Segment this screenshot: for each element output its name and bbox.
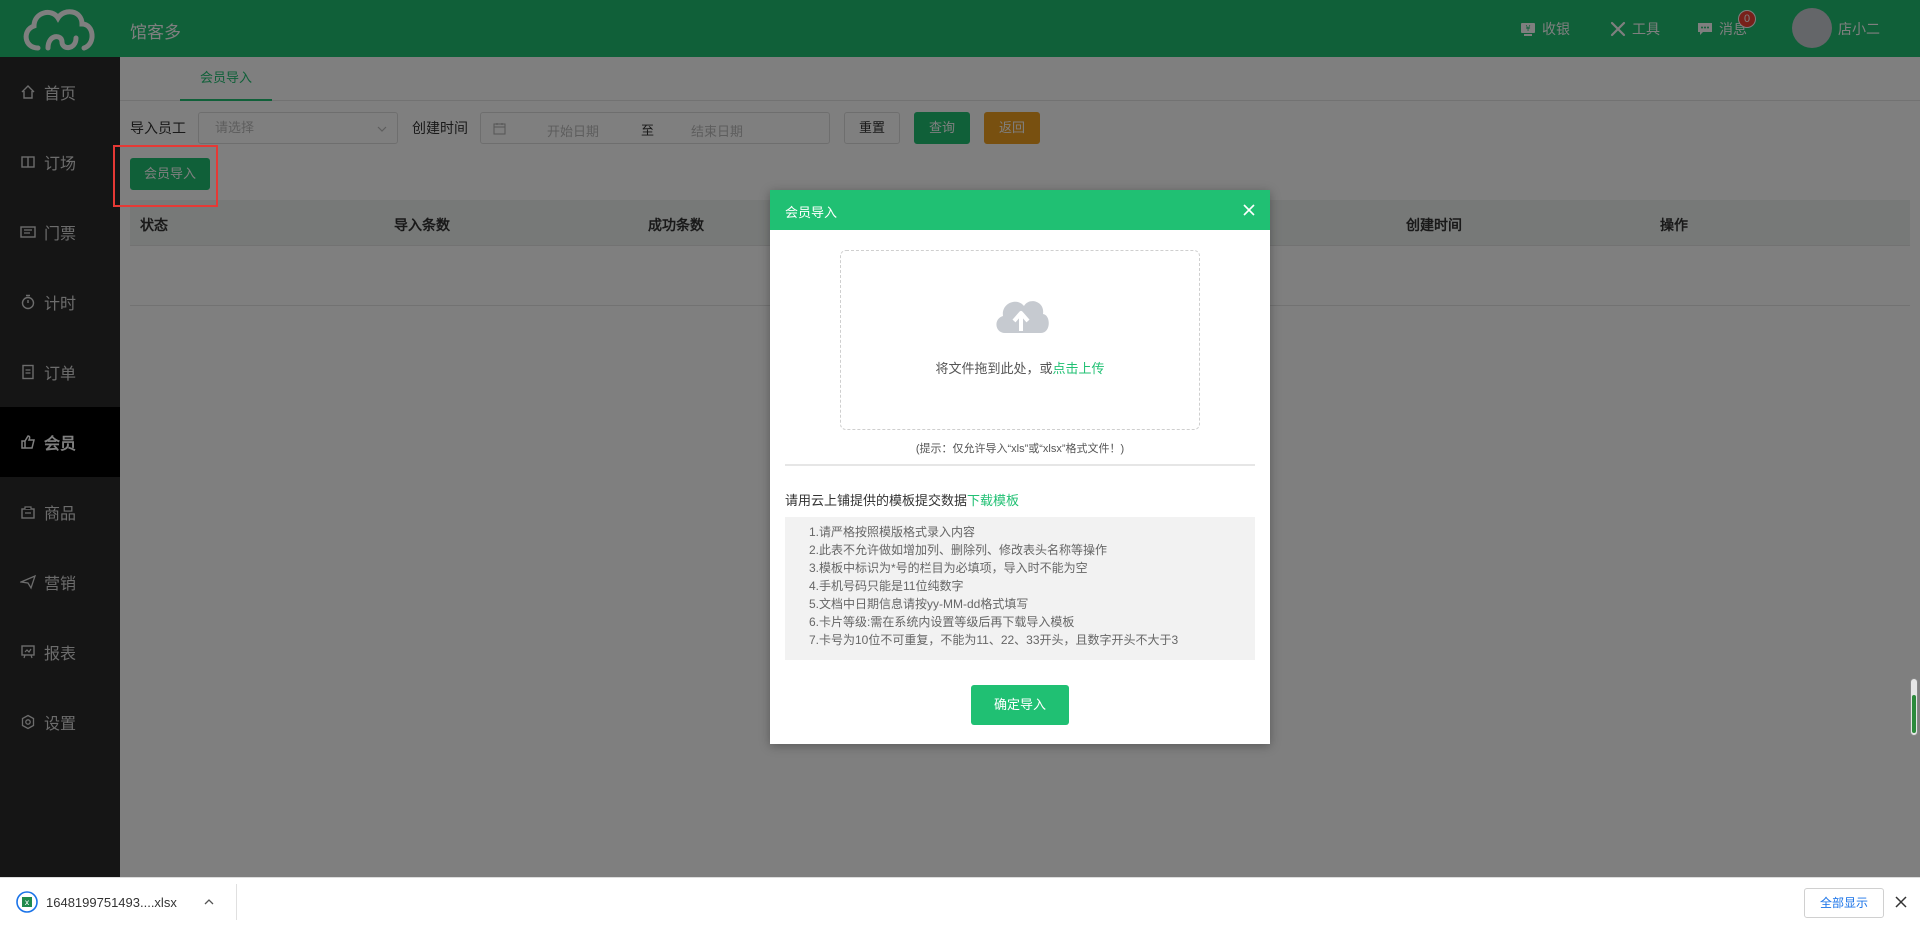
template-text: 请用云上铺提供的模板提交数据 bbox=[785, 493, 968, 508]
dropzone-text: 将文件拖到此处，或点击上传 bbox=[841, 358, 1199, 377]
chevron-up-icon[interactable] bbox=[204, 897, 214, 907]
rule-item: 2.此表不允许做如增加列、删除列、修改表头名称等操作 bbox=[809, 543, 1108, 557]
upload-cloud-icon bbox=[996, 301, 1049, 333]
close-icon[interactable] bbox=[1895, 896, 1907, 908]
svg-text:x: x bbox=[25, 898, 30, 907]
download-file-name: 1648199751493....xlsx bbox=[46, 894, 177, 910]
import-rules: 1.请严格按照模版格式录入内容 2.此表不允许做如增加列、删除列、修改表头名称等… bbox=[785, 517, 1255, 660]
import-dialog: 会员导入 将文件拖到此处，或点击上传 (提示：仅允许导入“xls”或“xlsx”… bbox=[770, 190, 1270, 744]
close-icon[interactable] bbox=[1242, 203, 1256, 217]
download-template-link[interactable]: 下载模板 bbox=[967, 493, 1019, 508]
rule-item: 4.手机号码只能是11位纯数字 bbox=[809, 579, 964, 593]
template-line: 请用云上铺提供的模板提交数据下载模板 bbox=[785, 490, 1019, 509]
rule-item: 7.卡号为10位不可重复，不能为11、22、33开头，且数字开头不大于3 bbox=[809, 633, 1179, 647]
rule-item: 6.卡片等级:需在系统内设置等级后再下载导入模板 bbox=[809, 615, 1075, 629]
download-item[interactable]: x 1648199751493....xlsx bbox=[14, 886, 224, 918]
dialog-header: 会员导入 bbox=[770, 190, 1270, 230]
confirm-import-button[interactable]: 确定导入 bbox=[971, 685, 1069, 725]
upload-dropzone[interactable]: 将文件拖到此处，或点击上传 bbox=[840, 250, 1200, 430]
rule-item: 3.模板中标识为*号的栏目为必填项，导入时不能为空 bbox=[809, 561, 1088, 575]
rule-item: 5.文档中日期信息请按yy-MM-dd格式填写 bbox=[809, 597, 1029, 611]
rule-item: 1.请严格按照模版格式录入内容 bbox=[809, 525, 976, 539]
download-bar: x 1648199751493....xlsx 全部显示 bbox=[0, 877, 1920, 925]
divider bbox=[236, 884, 237, 920]
dialog-title: 会员导入 bbox=[785, 205, 838, 220]
scroll-indicator[interactable] bbox=[1910, 678, 1918, 736]
dropzone-hint: 将文件拖到此处，或 bbox=[935, 361, 1053, 376]
upload-link[interactable]: 点击上传 bbox=[1053, 361, 1105, 376]
scroll-indicator-fill bbox=[1912, 695, 1916, 733]
excel-file-icon: x bbox=[16, 891, 38, 913]
file-format-tip: (提示：仅允许导入“xls”或“xlsx”格式文件！) bbox=[915, 443, 1125, 455]
divider bbox=[785, 464, 1255, 466]
show-all-button[interactable]: 全部显示 bbox=[1804, 888, 1884, 918]
